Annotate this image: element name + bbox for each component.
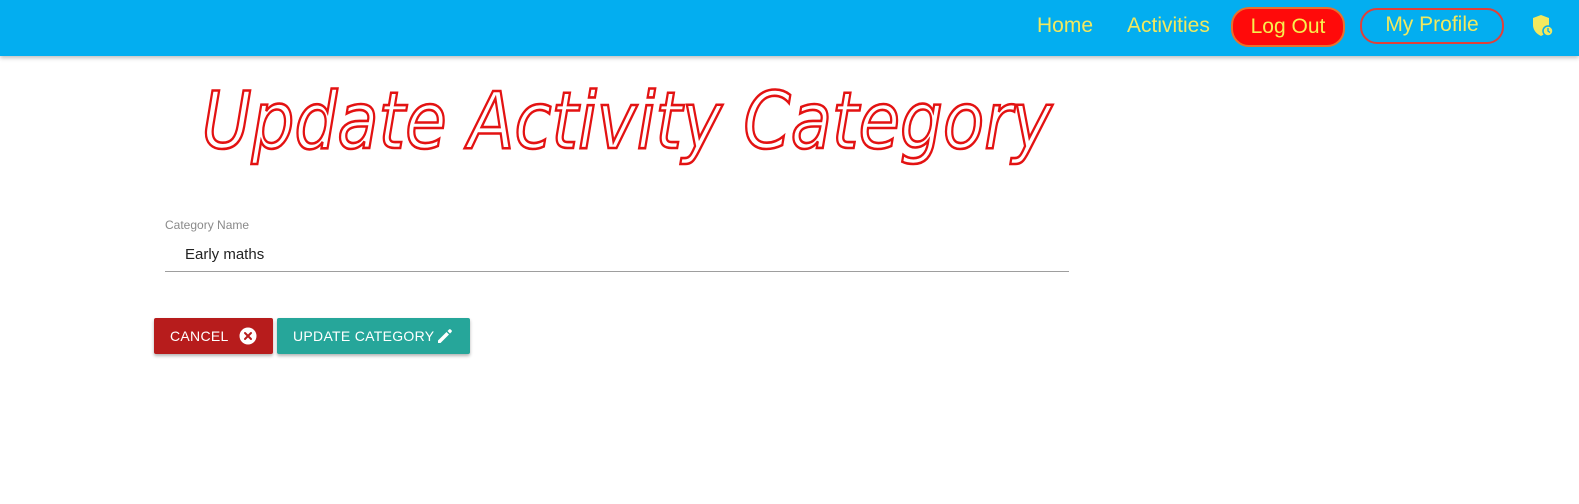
- top-navbar: Home Activities Log Out My Profile: [0, 0, 1579, 56]
- pencil-icon: [438, 329, 452, 343]
- my-profile-button[interactable]: My Profile: [1360, 8, 1504, 44]
- logout-button[interactable]: Log Out: [1231, 7, 1345, 47]
- page-title: Update Activity Category: [201, 76, 1055, 169]
- cancel-button-label: CANCEL: [170, 328, 229, 344]
- page-title-text: Update Activity Category: [202, 77, 1054, 167]
- update-category-button[interactable]: UPDATE CATEGORY: [277, 318, 470, 354]
- close-circle-icon: [239, 327, 257, 345]
- category-name-input[interactable]: [165, 238, 1069, 272]
- cancel-button[interactable]: CANCEL: [154, 318, 273, 354]
- nav-home-link[interactable]: Home: [1037, 12, 1093, 40]
- category-name-label: Category Name: [165, 218, 250, 232]
- nav-activities-link[interactable]: Activities: [1127, 12, 1210, 40]
- shield-icon[interactable]: [1532, 14, 1554, 38]
- update-category-button-label: UPDATE CATEGORY: [293, 328, 435, 344]
